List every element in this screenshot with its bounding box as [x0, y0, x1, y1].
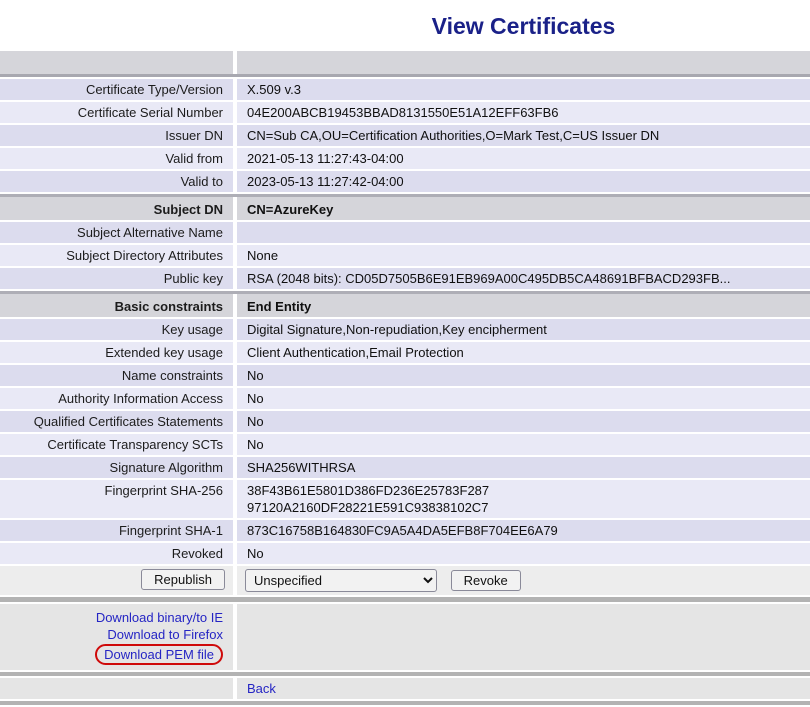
section-separator [0, 672, 810, 676]
table-row: Valid to 2023-05-13 11:27:42-04:00 [0, 171, 810, 192]
row-value: X.509 v.3 [237, 79, 810, 100]
table-row: Certificate Serial Number 04E200ABCB1945… [0, 102, 810, 123]
table-row: Public key RSA (2048 bits): CD05D7505B6E… [0, 268, 810, 289]
revocation-reason-select[interactable]: Unspecified [245, 569, 437, 592]
row-label: Certificate Type/Version [0, 79, 233, 100]
row-value: No [237, 411, 810, 432]
download-firefox-link[interactable]: Download to Firefox [10, 626, 223, 643]
section-separator [0, 597, 810, 602]
subject-dn-section-band: Subject DN CN=AzureKey [0, 194, 810, 220]
header-band-right [237, 51, 810, 74]
row-value: RSA (2048 bits): CD05D7505B6E91EB969A00C… [237, 268, 810, 289]
republish-button[interactable]: Republish [141, 569, 225, 590]
row-value: 04E200ABCB19453BBAD8131550E51A12EFF63FB6 [237, 102, 810, 123]
header-band-left [0, 51, 233, 74]
row-value: No [237, 365, 810, 386]
basic-constraints-section-band: Basic constraints End Entity [0, 291, 810, 317]
download-row-right [237, 604, 810, 670]
section-value: CN=AzureKey [237, 197, 810, 220]
table-row: Valid from 2021-05-13 11:27:43-04:00 [0, 148, 810, 169]
table-row: Issuer DN CN=Sub CA,OU=Certification Aut… [0, 125, 810, 146]
row-label: Issuer DN [0, 125, 233, 146]
row-label: Extended key usage [0, 342, 233, 363]
section-label: Subject DN [0, 197, 233, 220]
row-value: Client Authentication,Email Protection [237, 342, 810, 363]
revoke-button[interactable]: Revoke [451, 570, 521, 591]
table-row: Signature Algorithm SHA256WITHRSA [0, 457, 810, 478]
row-value: SHA256WITHRSA [237, 457, 810, 478]
row-value: 2021-05-13 11:27:43-04:00 [237, 148, 810, 169]
row-value [237, 222, 810, 243]
row-value: CN=Sub CA,OU=Certification Authorities,O… [237, 125, 810, 146]
revoke-cell: Unspecified Revoke [237, 566, 810, 595]
row-label: Valid to [0, 171, 233, 192]
row-value: 38F43B61E5801D386FD236E25783F287 97120A2… [237, 480, 810, 518]
row-value: No [237, 543, 810, 564]
row-value: None [237, 245, 810, 266]
table-row-fingerprint-sha256: Fingerprint SHA-256 38F43B61E5801D386FD2… [0, 480, 810, 518]
row-label: Certificate Transparency SCTs [0, 434, 233, 455]
row-label: Valid from [0, 148, 233, 169]
row-label: Fingerprint SHA-256 [0, 480, 233, 518]
table-row: Certificate Transparency SCTs No [0, 434, 810, 455]
table-header-band [0, 51, 810, 77]
download-links-cell: Download binary/to IE Download to Firefo… [0, 604, 233, 670]
row-value: No [237, 434, 810, 455]
row-label: Revoked [0, 543, 233, 564]
row-label: Certificate Serial Number [0, 102, 233, 123]
back-link[interactable]: Back [247, 680, 276, 697]
table-row: Subject Alternative Name [0, 222, 810, 243]
row-label: Signature Algorithm [0, 457, 233, 478]
fingerprint-line-2: 97120A2160DF28221E591C93838102C7 [247, 499, 800, 516]
row-value: No [237, 388, 810, 409]
table-row: Key usage Digital Signature,Non-repudiat… [0, 319, 810, 340]
row-label: Name constraints [0, 365, 233, 386]
section-label: Basic constraints [0, 294, 233, 317]
page-title: View Certificates [237, 0, 810, 51]
back-cell: Back [237, 678, 810, 699]
row-label: Key usage [0, 319, 233, 340]
table-row: Qualified Certificates Statements No [0, 411, 810, 432]
table-row: Revoked No [0, 543, 810, 564]
table-row: Subject Directory Attributes None [0, 245, 810, 266]
row-label: Subject Alternative Name [0, 222, 233, 243]
table-row: Certificate Type/Version X.509 v.3 [0, 79, 810, 100]
row-label: Authority Information Access [0, 388, 233, 409]
row-label: Qualified Certificates Statements [0, 411, 233, 432]
table-row: Extended key usage Client Authentication… [0, 342, 810, 363]
download-row: Download binary/to IE Download to Firefo… [0, 604, 810, 670]
row-value: 873C16758B164830FC9A5A4DA5EFB8F704EE6A79 [237, 520, 810, 541]
row-label: Public key [0, 268, 233, 289]
table-row: Fingerprint SHA-1 873C16758B164830FC9A5A… [0, 520, 810, 541]
back-row: Back [0, 678, 810, 699]
section-value: End Entity [237, 294, 810, 317]
row-label: Fingerprint SHA-1 [0, 520, 233, 541]
fingerprint-line-1: 38F43B61E5801D386FD236E25783F287 [247, 482, 800, 499]
actions-row: Republish Unspecified Revoke [0, 566, 810, 595]
row-label: Subject Directory Attributes [0, 245, 233, 266]
table-row: Name constraints No [0, 365, 810, 386]
table-row: Authority Information Access No [0, 388, 810, 409]
download-pem-link[interactable]: Download PEM file [104, 646, 214, 663]
certificate-table: Certificate Type/Version X.509 v.3 Certi… [0, 51, 810, 705]
back-row-left [0, 678, 233, 699]
republish-cell: Republish [0, 566, 233, 595]
pem-annotation-oval: Download PEM file [95, 644, 223, 665]
download-binary-ie-link[interactable]: Download binary/to IE [10, 609, 223, 626]
bottom-separator [0, 701, 810, 705]
row-value: 2023-05-13 11:27:42-04:00 [237, 171, 810, 192]
row-value: Digital Signature,Non-repudiation,Key en… [237, 319, 810, 340]
view-certificates-page: View Certificates Certificate Type/Versi… [0, 0, 810, 705]
